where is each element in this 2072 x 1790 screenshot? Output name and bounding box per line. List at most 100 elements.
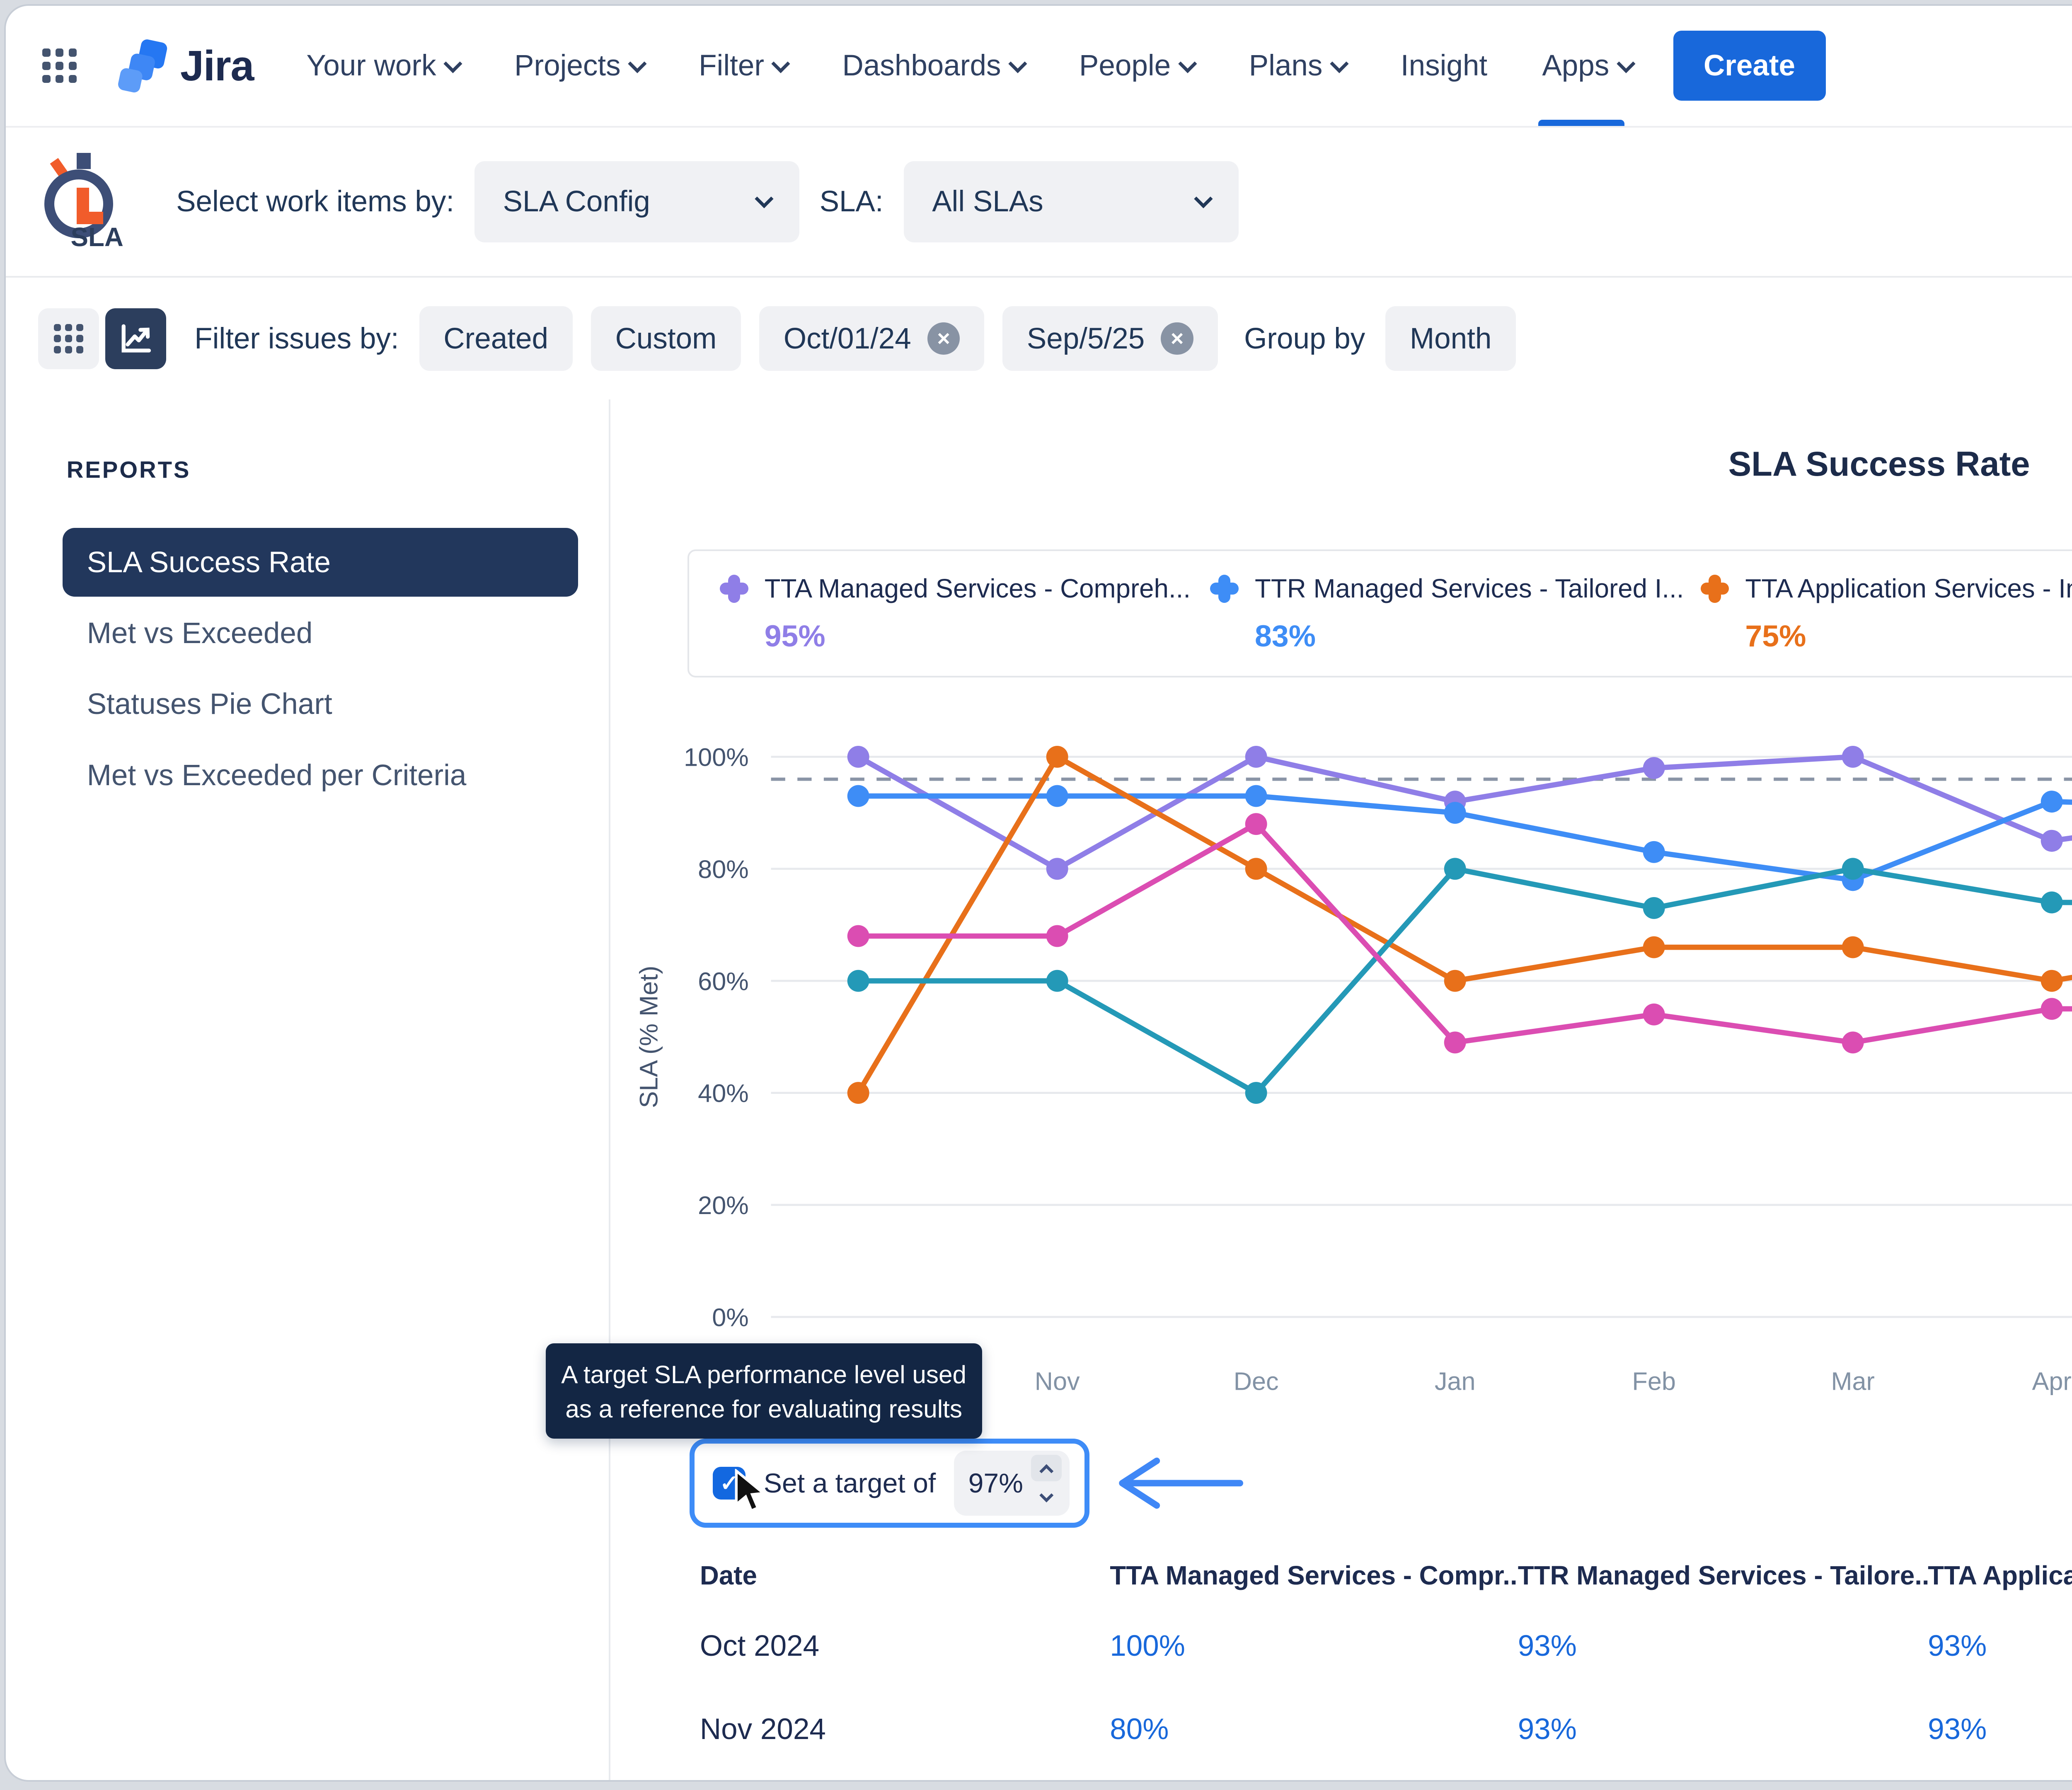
reports-sidebar: REPORTS SLA Success RateMet vs ExceededS… xyxy=(6,399,611,1782)
svg-text:60%: 60% xyxy=(698,967,749,995)
work-items-dropdown[interactable]: SLA Config xyxy=(474,161,799,242)
filter-chip-custom[interactable]: Custom xyxy=(591,306,741,371)
legend-label: TTR Managed Services - Tailored I... xyxy=(1255,573,1684,604)
svg-text:Apr: Apr xyxy=(2032,1367,2071,1395)
legend-avg-value: 95% xyxy=(765,618,1207,653)
chevron-down-icon xyxy=(628,54,647,73)
sidebar-item-met-vs-exceeded-per-criteria[interactable]: Met vs Exceeded per Criteria xyxy=(63,741,578,810)
legend-entry: TTA Managed Services - Compreh... xyxy=(720,573,1207,604)
jira-logo-icon xyxy=(117,39,170,93)
legend-entry: TTA Application Services - Innova... xyxy=(1701,573,2072,604)
nav-item-your-work[interactable]: Your work xyxy=(306,6,459,126)
table-row: Oct 2024100%93%93%40%60% xyxy=(700,1629,2072,1663)
legend-avg-value: 75% xyxy=(1745,618,2072,653)
nav-item-people[interactable]: People xyxy=(1079,6,1194,126)
spinner-up-button[interactable] xyxy=(1031,1455,1061,1481)
legend-label: TTA Application Services - Innova... xyxy=(1745,573,2072,604)
sla-dropdown[interactable]: All SLAs xyxy=(904,161,1239,242)
sla-logo-text: SLA xyxy=(71,222,123,252)
chart-legend: TTA Managed Services - Compreh...95%TTR … xyxy=(687,549,2072,677)
nav-item-label: Dashboards xyxy=(842,49,1001,82)
chart-title: SLA Success Rate xyxy=(610,444,2072,484)
svg-text:Dec: Dec xyxy=(1233,1367,1278,1395)
report-main: SLA Success Rate TTA Managed Services - … xyxy=(610,399,2072,1782)
reports-heading: REPORTS xyxy=(67,456,609,483)
svg-text:40%: 40% xyxy=(698,1079,749,1107)
filter-chip-sep-5-25[interactable]: Sep/5/25× xyxy=(1002,306,1218,371)
sidebar-item-met-vs-exceeded[interactable]: Met vs Exceeded xyxy=(63,599,578,668)
chip-label: Custom xyxy=(615,322,717,356)
nav-item-apps[interactable]: Apps xyxy=(1542,6,1632,126)
nav-item-label: People xyxy=(1079,49,1171,82)
svg-text:Feb: Feb xyxy=(1632,1367,1675,1395)
chip-label: Oct/01/24 xyxy=(784,322,911,356)
sla-dropdown-value: All SLAs xyxy=(932,185,1043,218)
filter-bar: Filter issues by: CreatedCustomOct/01/24… xyxy=(6,278,2072,399)
nav-item-projects[interactable]: Projects xyxy=(514,6,644,126)
jira-logo[interactable]: Jira xyxy=(117,39,254,93)
nav-item-plans[interactable]: Plans xyxy=(1249,6,1346,126)
sla-label: SLA: xyxy=(820,185,884,218)
chart-view-toggle[interactable] xyxy=(105,308,166,369)
table-date-cell: Oct 2024 xyxy=(700,1629,1110,1663)
table-value-cell[interactable]: 93% xyxy=(1518,1713,1928,1746)
target-tooltip: A target SLA performance level used as a… xyxy=(546,1343,982,1439)
table-header-cell: TTA Application Services - Inno... xyxy=(1928,1560,2072,1591)
table-header-row: DateTTA Managed Services - Compr...TTR M… xyxy=(700,1560,2072,1591)
spinner-down-button[interactable] xyxy=(1031,1485,1061,1512)
tooltip-line-2: as a reference for evaluating results xyxy=(546,1392,982,1426)
app-switcher-icon[interactable] xyxy=(42,48,77,83)
svg-text:80%: 80% xyxy=(698,855,749,883)
filter-chips: CreatedCustomOct/01/24×Sep/5/25× xyxy=(419,306,1236,371)
target-value-spinner[interactable]: 97% xyxy=(954,1451,1070,1516)
legend-item-0[interactable]: TTA Managed Services - Compreh... 95% xyxy=(720,573,1207,653)
nav-item-label: Insight xyxy=(1401,49,1487,82)
chevron-down-icon xyxy=(1194,189,1213,208)
legend-marker-icon xyxy=(720,575,748,603)
group-by-value: Month xyxy=(1410,322,1491,356)
legend-item-1[interactable]: TTR Managed Services - Tailored I...83% xyxy=(1210,573,1697,653)
chip-remove-icon[interactable]: × xyxy=(1161,322,1193,355)
table-value-cell[interactable]: 100% xyxy=(1110,1629,1518,1663)
table-header-cell: TTR Managed Services - Tailore... xyxy=(1518,1560,1928,1591)
chevron-down-icon xyxy=(1008,54,1027,73)
nav-item-insight[interactable]: Insight xyxy=(1401,6,1487,126)
nav-menu: Your work Projects Filter Dashboards People P… xyxy=(306,6,1632,126)
nav-item-filter[interactable]: Filter xyxy=(699,6,787,126)
filter-chip-oct-01-24[interactable]: Oct/01/24 × xyxy=(759,306,984,371)
sidebar-item-sla-success-rate[interactable]: SLA Success Rate xyxy=(63,528,578,597)
table-value-cell[interactable]: 93% xyxy=(1928,1713,2072,1746)
grid-view-toggle[interactable] xyxy=(38,308,99,369)
chevron-down-icon xyxy=(772,54,790,73)
line-chart-icon xyxy=(119,321,153,356)
create-button[interactable]: Create xyxy=(1673,31,1826,101)
grid-icon xyxy=(54,324,83,353)
group-by-label: Group by xyxy=(1244,322,1365,356)
svg-text:Jan: Jan xyxy=(1435,1367,1476,1395)
legend-entry: TTR Managed Services - Tailored I... xyxy=(1210,573,1697,604)
nav-item-label: Filter xyxy=(699,49,764,82)
chevron-down-icon xyxy=(1178,54,1197,73)
table-value-cell[interactable]: 80% xyxy=(1110,1713,1518,1746)
chevron-down-icon xyxy=(755,189,774,208)
chip-remove-icon[interactable]: × xyxy=(927,322,960,355)
nav-item-label: Plans xyxy=(1249,49,1323,82)
table-header-cell: TTA Managed Services - Compr... xyxy=(1110,1560,1518,1591)
jira-wordmark: Jira xyxy=(180,41,254,90)
group-by-value-chip[interactable]: Month xyxy=(1385,306,1516,371)
app-window: Jira Your work Projects Filter Dashboards Pe… xyxy=(4,4,2072,1782)
annotation-arrow-icon xyxy=(1104,1453,1250,1514)
chip-label: Created xyxy=(443,322,548,356)
sidebar-item-statuses-pie-chart[interactable]: Statuses Pie Chart xyxy=(63,670,578,739)
legend-marker-icon xyxy=(1701,575,1729,603)
svg-text:Nov: Nov xyxy=(1034,1367,1080,1395)
nav-item-label: Apps xyxy=(1542,49,1609,82)
nav-item-dashboards[interactable]: Dashboards xyxy=(842,6,1024,126)
legend-item-2[interactable]: TTA Application Services - Innova... 75% xyxy=(1701,573,2072,653)
page: Jira Your work Projects Filter Dashboards Pe… xyxy=(0,0,2072,1790)
table-value-cell[interactable]: 93% xyxy=(1518,1629,1928,1663)
table-value-cell[interactable]: 93% xyxy=(1928,1629,2072,1663)
nav-item-label: Your work xyxy=(306,49,436,82)
chevron-down-icon xyxy=(1330,54,1348,73)
filter-chip-created[interactable]: Created xyxy=(419,306,573,371)
